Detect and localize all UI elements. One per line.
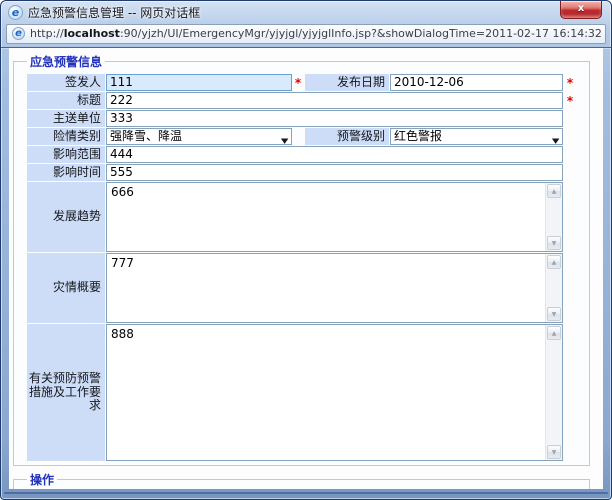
dropdown-arrow-icon: ▼ xyxy=(552,134,560,145)
warning-level-selected-value: 红色警报 xyxy=(394,129,442,143)
measures-required-marker xyxy=(563,324,577,461)
summary-label: 灾情概要 xyxy=(27,253,105,323)
form-row-measures: 有关预防预警措施及工作要求 888 ▲ ▼ xyxy=(27,324,577,461)
dropdown-arrow-icon: ▼ xyxy=(281,134,289,145)
url-text: http://localhost:90/yjzh/UI/EmergencyMgr… xyxy=(30,27,602,40)
trend-label: 发展趋势 xyxy=(27,182,105,252)
scroll-down-icon[interactable]: ▼ xyxy=(547,307,561,321)
scroll-down-icon[interactable]: ▼ xyxy=(547,445,561,459)
form-row-issuer-date: 签发人 111 * 发布日期 2010-12-06 * xyxy=(27,74,577,91)
actions-section: 操作 确定 取消 xyxy=(13,471,590,489)
window-title: 应急预警信息管理 -- 网页对话框 xyxy=(28,4,200,21)
dialog-content: 应急预警信息 签发人 111 * 发布日期 2010-12-06 * 标题 22… xyxy=(9,48,603,489)
url-path: :90/yjzh/UI/EmergencyMgr/yjyjgl/yjyjglIn… xyxy=(120,27,602,40)
warning-info-section-title: 应急预警信息 xyxy=(27,53,105,70)
actions-section-title: 操作 xyxy=(27,471,57,488)
measures-scrollbar[interactable]: ▲ ▼ xyxy=(545,325,562,460)
close-icon: x xyxy=(578,3,584,14)
trend-textarea[interactable]: 666 xyxy=(107,183,545,251)
issuer-input[interactable]: 111 xyxy=(106,74,292,91)
address-bar-strip: e http://localhost:90/yjzh/UI/EmergencyM… xyxy=(1,22,611,48)
title-label: 标题 xyxy=(27,92,105,109)
publish-date-required-marker: * xyxy=(563,74,577,91)
form-row-category-level: 险情类别 强降雪、降温 ▼ 预警级别 红色警报 ▼ xyxy=(27,128,577,145)
danger-type-selected-value: 强降雪、降温 xyxy=(110,129,182,143)
danger-type-select[interactable]: 强降雪、降温 ▼ xyxy=(106,128,292,145)
url-protocol: http:// xyxy=(30,27,64,40)
trend-scrollbar[interactable]: ▲ ▼ xyxy=(545,183,562,251)
close-button[interactable]: x xyxy=(560,1,602,19)
url-host: localhost xyxy=(64,27,120,40)
warning-level-select[interactable]: 红色警报 ▼ xyxy=(390,128,563,145)
summary-textarea[interactable]: 777 xyxy=(107,254,545,322)
dialog-window: e 应急预警信息管理 -- 网页对话框 x e http://localhost… xyxy=(0,0,612,500)
issuer-required-marker: * xyxy=(292,74,304,91)
summary-scrollbar[interactable]: ▲ ▼ xyxy=(545,254,562,322)
ie-url-icon: e xyxy=(12,27,25,40)
form-row-main-unit: 主送单位 333 xyxy=(27,110,577,127)
main-unit-label: 主送单位 xyxy=(27,110,105,127)
publish-date-label: 发布日期 xyxy=(305,74,389,91)
impact-time-input[interactable]: 555 xyxy=(106,164,563,181)
publish-date-input[interactable]: 2010-12-06 xyxy=(390,74,563,91)
address-bar[interactable]: e http://localhost:90/yjzh/UI/EmergencyM… xyxy=(6,24,606,44)
form-row-title: 标题 222 * xyxy=(27,92,577,109)
ie-page-icon: e xyxy=(8,5,23,20)
scope-label: 影响范围 xyxy=(27,146,105,163)
main-unit-input[interactable]: 333 xyxy=(106,110,563,127)
scope-input[interactable]: 444 xyxy=(106,146,563,163)
title-bar[interactable]: e 应急预警信息管理 -- 网页对话框 x xyxy=(1,1,611,22)
warning-info-section: 应急预警信息 签发人 111 * 发布日期 2010-12-06 * 标题 22… xyxy=(13,53,590,466)
summary-required-marker xyxy=(563,253,577,323)
danger-type-label: 险情类别 xyxy=(27,128,105,145)
issuer-label: 签发人 xyxy=(27,74,105,91)
measures-label: 有关预防预警措施及工作要求 xyxy=(27,324,105,461)
title-input[interactable]: 222 xyxy=(106,92,563,109)
scope-required-marker xyxy=(563,146,577,163)
impact-time-required-marker xyxy=(563,164,577,181)
impact-time-label: 影响时间 xyxy=(27,164,105,181)
measures-textarea[interactable]: 888 xyxy=(107,325,545,460)
trend-required-marker xyxy=(563,182,577,252)
main-unit-required-marker xyxy=(563,110,577,127)
form-row-scope: 影响范围 444 xyxy=(27,146,577,163)
form-row-summary: 灾情概要 777 ▲ ▼ xyxy=(27,253,577,323)
scroll-up-icon[interactable]: ▲ xyxy=(547,255,561,269)
scroll-up-icon[interactable]: ▲ xyxy=(547,184,561,198)
warning-level-label: 预警级别 xyxy=(305,128,389,145)
scroll-down-icon[interactable]: ▼ xyxy=(547,236,561,250)
form-row-trend: 发展趋势 666 ▲ ▼ xyxy=(27,182,577,252)
warning-level-required-marker xyxy=(563,128,577,145)
scroll-up-icon[interactable]: ▲ xyxy=(547,326,561,340)
title-required-marker: * xyxy=(563,92,577,109)
form-row-impact-time: 影响时间 555 xyxy=(27,164,577,181)
